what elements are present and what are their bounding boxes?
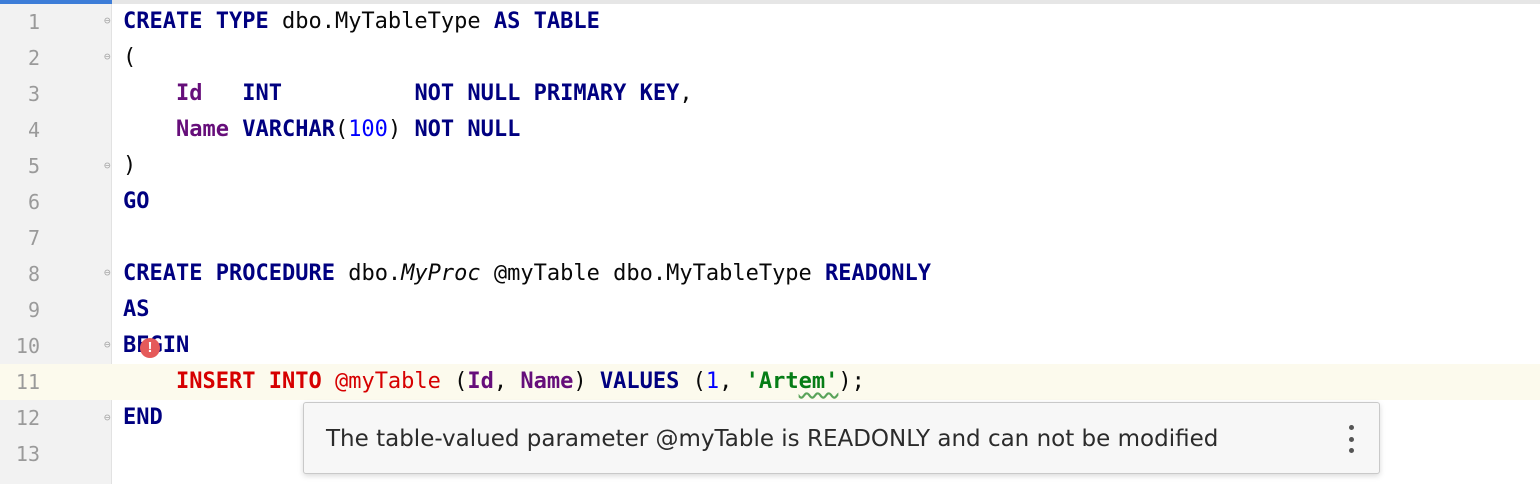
line-number: 9 — [27, 298, 40, 322]
code-line[interactable]: 2 ⊖ ( — [0, 40, 1540, 76]
code-token: READONLY — [825, 261, 932, 286]
code-token: @myTable — [334, 369, 441, 394]
line-number: 10 — [15, 334, 40, 358]
line-number: 1 — [27, 10, 40, 34]
code-token: ) — [387, 117, 415, 142]
code-text[interactable]: END — [123, 400, 163, 436]
code-token: INSERT — [175, 369, 256, 394]
code-token: ( — [679, 369, 706, 394]
line-number: 5 — [27, 154, 40, 178]
code-token: TYPE — [215, 9, 269, 34]
code-token: em' — [798, 369, 839, 394]
code-text[interactable]: CREATE TYPE dbo.MyTableType AS TABLE — [123, 4, 600, 40]
code-line[interactable]: 9 AS — [0, 292, 1540, 328]
fold-start-icon[interactable]: ⊖ — [104, 15, 114, 27]
code-text[interactable]: ( — [123, 40, 136, 76]
line-number: 13 — [15, 442, 40, 466]
code-token: PROCEDURE — [215, 261, 335, 286]
code-line[interactable]: 10⊖BEGIN — [0, 328, 1540, 364]
code-token: dbo.MyTableType — [268, 9, 494, 34]
code-token: MyProc — [401, 261, 481, 286]
code-token: INTO — [268, 369, 322, 394]
code-token: ); — [838, 369, 865, 394]
code-token: ) — [123, 153, 137, 178]
line-number: 11 — [15, 370, 40, 394]
fold-start-icon[interactable]: ⊖ — [104, 51, 114, 63]
error-icon[interactable]: ! — [140, 338, 160, 358]
code-text[interactable]: CREATE PROCEDURE dbo.MyProc @myTable dbo… — [123, 256, 931, 292]
code-token: CREATE — [123, 261, 203, 286]
code-token: VALUES — [599, 369, 680, 394]
code-line[interactable]: 7 — [0, 220, 1540, 256]
line-number: 8 — [27, 262, 40, 286]
code-token: 100 — [348, 117, 388, 142]
code-token: 'Art — [745, 369, 799, 394]
code-token: ( — [334, 117, 349, 142]
code-token: dbo. — [334, 261, 402, 286]
code-token: Id — [175, 81, 203, 106]
line-number: 12 — [15, 406, 40, 430]
code-text[interactable]: AS — [123, 292, 150, 328]
code-text[interactable]: GO — [123, 184, 150, 220]
code-line[interactable]: 5 ⊖) — [0, 148, 1540, 184]
code-token: NOT NULL — [414, 117, 521, 142]
code-token: @myTable dbo.MyTableType — [480, 261, 826, 286]
code-token: CREATE — [123, 9, 203, 34]
line-number: 3 — [27, 82, 40, 106]
code-text[interactable]: INSERT INTO @myTable (Id, Name) VALUES (… — [123, 364, 865, 400]
code-line[interactable]: 8 ⊖ CREATE PROCEDURE dbo.MyProc @myTable d… — [0, 256, 1540, 292]
code-token: AS — [123, 297, 150, 322]
line-number: 6 — [27, 190, 40, 214]
code-token: ( — [440, 369, 468, 394]
code-text[interactable]: Id INT NOT NULL PRIMARY KEY, — [123, 76, 693, 112]
code-token: INT — [242, 81, 282, 106]
code-token: , — [679, 81, 693, 106]
error-message: The table-valued parameter @myTable is R… — [326, 426, 1219, 452]
error-tooltip: The table-valued parameter @myTable is R… — [303, 402, 1380, 474]
line-number: 4 — [27, 118, 40, 142]
code-token: GO — [123, 189, 150, 214]
fold-end-icon[interactable]: ⊖ — [104, 411, 114, 424]
more-vertical-icon[interactable] — [1343, 425, 1359, 453]
code-text[interactable]: Name VARCHAR(100) NOT NULL — [123, 112, 520, 148]
fold-start-icon[interactable]: ⊖ — [104, 339, 114, 351]
code-text[interactable]: ) — [123, 148, 136, 184]
code-token: ) — [573, 369, 600, 394]
line-number: 7 — [27, 226, 40, 250]
code-token: 1 — [705, 369, 720, 394]
code-token: ( — [123, 45, 137, 70]
fold-end-icon[interactable]: ⊖ — [104, 159, 114, 172]
code-token: NOT NULL PRIMARY KEY — [414, 81, 680, 106]
code-token: END — [123, 405, 163, 430]
code-token: VARCHAR — [242, 117, 335, 142]
code-line[interactable]: 6 GO — [0, 184, 1540, 220]
fold-start-icon[interactable]: ⊖ — [104, 267, 114, 279]
code-token: Name — [175, 117, 229, 142]
code-token: , — [719, 369, 746, 394]
code-line[interactable]: 1 ⊖ CREATE TYPE dbo.MyTableType AS TABLE — [0, 4, 1540, 40]
code-line[interactable]: 4 Name VARCHAR(100) NOT NULL — [0, 112, 1540, 148]
line-number: 2 — [27, 46, 40, 70]
code-token: Id — [467, 369, 494, 394]
code-token: AS — [493, 9, 521, 34]
code-token: Name — [520, 369, 574, 394]
code-token: , — [493, 369, 521, 394]
code-line[interactable]: 3 Id INT NOT NULL PRIMARY KEY, — [0, 76, 1540, 112]
code-line[interactable]: 11 INSERT INTO @myTable (Id, Name) VALUE… — [0, 364, 1540, 400]
code-token: TABLE — [533, 9, 600, 34]
